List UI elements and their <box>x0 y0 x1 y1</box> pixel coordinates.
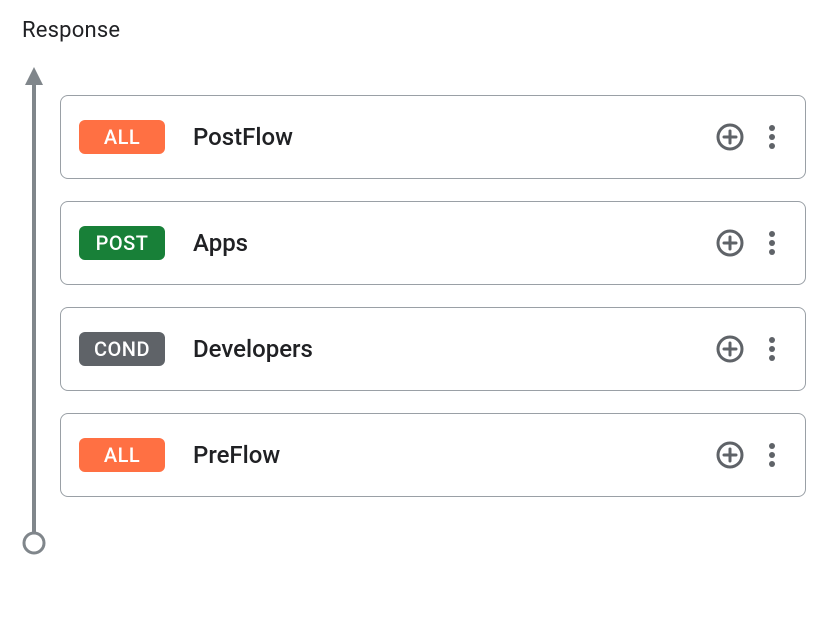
add-icon[interactable] <box>715 334 745 364</box>
flow-list: ALL PostFlow <box>60 63 806 497</box>
flow-card[interactable]: ALL PostFlow <box>60 95 806 179</box>
more-vert-icon[interactable] <box>767 440 777 470</box>
more-vert-icon[interactable] <box>767 122 777 152</box>
flow-card[interactable]: POST Apps <box>60 201 806 285</box>
section-title: Response <box>22 18 806 43</box>
flow-tag: ALL <box>79 438 165 472</box>
flow-title: Apps <box>193 229 715 257</box>
add-icon[interactable] <box>715 122 745 152</box>
add-icon[interactable] <box>715 228 745 258</box>
flow-card[interactable]: COND Developers <box>60 307 806 391</box>
more-vert-icon[interactable] <box>767 334 777 364</box>
flow-direction-arrow <box>22 63 60 497</box>
flow-card[interactable]: ALL PreFlow <box>60 413 806 497</box>
flow-title: PostFlow <box>193 123 715 151</box>
flow-title: Developers <box>193 335 715 363</box>
flow-tag: POST <box>79 226 165 260</box>
flow-tag: ALL <box>79 120 165 154</box>
flow-tag: COND <box>79 332 165 366</box>
add-icon[interactable] <box>715 440 745 470</box>
more-vert-icon[interactable] <box>767 228 777 258</box>
flow-title: PreFlow <box>193 441 715 469</box>
